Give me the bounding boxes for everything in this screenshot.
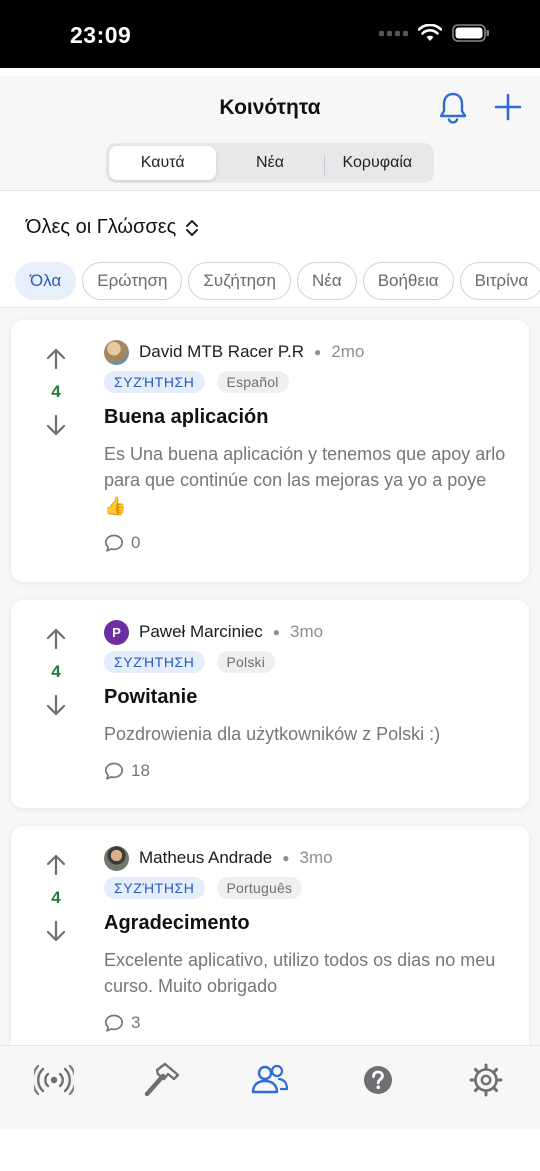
post-body: Pozdrowienia dla użytkowników z Polski :… — [104, 724, 441, 744]
community-icon — [251, 1064, 289, 1094]
vote-control: 4 — [41, 628, 71, 716]
downvote-icon[interactable] — [45, 414, 67, 436]
author-row: P Paweł Marciniec ● 3mo — [104, 619, 511, 645]
chip-all[interactable]: Όλα — [15, 262, 77, 300]
author-row: Matheus Andrade ● 3mo — [104, 845, 511, 871]
status-time: 23:09 — [70, 22, 132, 48]
post-content: Matheus Andrade ● 3mo ΣΥΖΉΤΗΣΗ Português… — [104, 845, 511, 1033]
chevron-up-down-icon — [186, 219, 199, 236]
language-badge: Español — [216, 371, 289, 393]
post-card[interactable]: 4 P Paweł Marciniec ● 3mo ΣΥΖΉΤΗΣΗ Polsk… — [11, 600, 529, 808]
comment-count[interactable]: 3 — [104, 1013, 511, 1033]
segment-hot[interactable]: Καυτά — [109, 146, 217, 180]
tab-settings[interactable] — [464, 1060, 508, 1100]
cellular-signal-icon — [379, 30, 408, 36]
language-filter[interactable]: Όλες οι Γλώσσες — [26, 216, 200, 239]
comment-count-value: 18 — [131, 761, 150, 780]
post-time: 2mo — [331, 342, 365, 361]
type-badge: ΣΥΖΉΤΗΣΗ — [104, 877, 205, 899]
settings-icon — [469, 1063, 503, 1097]
upvote-icon[interactable] — [45, 854, 67, 876]
post-content: P Paweł Marciniec ● 3mo ΣΥΖΉΤΗΣΗ Polski … — [104, 619, 511, 781]
avatar[interactable] — [104, 339, 129, 365]
language-badge: Português — [216, 877, 303, 899]
avatar[interactable]: P — [104, 619, 129, 645]
tab-broadcast[interactable] — [32, 1060, 76, 1100]
comment-count[interactable]: 18 — [104, 761, 511, 781]
tab-community[interactable] — [248, 1060, 292, 1100]
tag-row: ΣΥΖΉΤΗΣΗ Español — [104, 371, 511, 393]
tab-bar — [0, 1045, 540, 1129]
vote-count: 4 — [51, 888, 61, 907]
separator-dot: ● — [282, 851, 290, 865]
post-body: Es Una buena aplicación y tenemos que ap… — [104, 444, 506, 516]
vote-control: 4 — [41, 348, 71, 436]
segment-divider — [323, 155, 325, 175]
comment-count-value: 0 — [131, 533, 141, 552]
comment-icon — [104, 762, 124, 780]
chip-discussion[interactable]: Συζήτηση — [188, 262, 291, 300]
post-title[interactable]: Agradecimento — [104, 912, 511, 935]
battery-icon — [452, 24, 489, 42]
category-chips: Όλα Ερώτηση Συζήτηση Νέα Βοήθεια Βιτρίνα — [15, 262, 540, 300]
vote-control: 4 — [41, 854, 71, 942]
segment-top-label: Κορυφαία — [342, 154, 413, 171]
wifi-icon — [418, 24, 442, 41]
post-content: David MTB Racer P.R ● 2mo ΣΥΖΉΤΗΣΗ Españ… — [104, 339, 511, 553]
downvote-icon[interactable] — [45, 694, 67, 716]
post-card[interactable]: 4 David MTB Racer P.R ● 2mo ΣΥΖΉΤΗΣΗ Esp… — [11, 320, 529, 582]
separator-dot: ● — [314, 345, 322, 359]
chip-news[interactable]: Νέα — [297, 262, 357, 300]
chip-question[interactable]: Ερώτηση — [82, 262, 183, 300]
upvote-icon[interactable] — [45, 628, 67, 650]
chip-help[interactable]: Βοήθεια — [362, 262, 454, 300]
type-badge: ΣΥΖΉΤΗΣΗ — [104, 651, 205, 673]
header: Κοινότητα Καυτά Νέα Κορυφαία — [0, 76, 540, 191]
author-row: David MTB Racer P.R ● 2mo — [104, 339, 511, 365]
type-badge: ΣΥΖΉΤΗΣΗ — [104, 371, 205, 393]
segment-top[interactable]: Κορυφαία — [323, 146, 431, 180]
tag-row: ΣΥΖΉΤΗΣΗ Polski — [104, 651, 511, 673]
tag-row: ΣΥΖΉΤΗΣΗ Português — [104, 877, 511, 899]
post-feed[interactable]: 4 David MTB Racer P.R ● 2mo ΣΥΖΉΤΗΣΗ Esp… — [0, 308, 540, 1045]
status-bar: 23:09 — [0, 0, 540, 68]
post-time: 3mo — [290, 622, 324, 641]
bell-icon[interactable] — [436, 90, 470, 126]
language-filter-label: Όλες οι Γλώσσες — [26, 216, 177, 238]
upvote-icon[interactable] — [45, 348, 67, 370]
tab-help[interactable] — [356, 1060, 400, 1100]
segment-new[interactable]: Νέα — [216, 146, 323, 180]
tab-tools[interactable] — [140, 1060, 184, 1100]
comment-icon — [104, 534, 124, 552]
comment-icon — [104, 1014, 124, 1032]
vote-count: 4 — [51, 382, 61, 401]
chip-showcase[interactable]: Βιτρίνα — [459, 262, 540, 300]
post-card[interactable]: 4 Matheus Andrade ● 3mo ΣΥΖΉΤΗΣΗ Portugu… — [11, 826, 529, 1045]
comment-count-value: 3 — [131, 1013, 141, 1032]
post-title[interactable]: Powitanie — [104, 686, 511, 709]
help-icon — [364, 1066, 392, 1094]
avatar[interactable] — [104, 845, 129, 871]
sort-segmented-control: Καυτά Νέα Κορυφαία — [106, 143, 434, 183]
hammer-icon — [144, 1062, 180, 1097]
status-icons — [379, 24, 490, 42]
vote-count: 4 — [51, 662, 61, 681]
author-name[interactable]: Paweł Marciniec — [139, 622, 263, 642]
add-post-icon[interactable] — [492, 91, 524, 123]
downvote-icon[interactable] — [45, 920, 67, 942]
post-body: Excelente aplicativo, utilizo todos os d… — [104, 950, 496, 996]
post-title[interactable]: Buena aplicación — [104, 406, 511, 429]
language-badge: Polski — [216, 651, 276, 673]
post-time: 3mo — [299, 848, 333, 867]
author-name[interactable]: David MTB Racer P.R — [139, 342, 304, 362]
comment-count[interactable]: 0 — [104, 533, 511, 553]
broadcast-icon — [34, 1065, 74, 1095]
separator-dot: ● — [272, 625, 281, 639]
author-name[interactable]: Matheus Andrade — [139, 848, 272, 868]
home-indicator-area — [0, 1129, 540, 1171]
